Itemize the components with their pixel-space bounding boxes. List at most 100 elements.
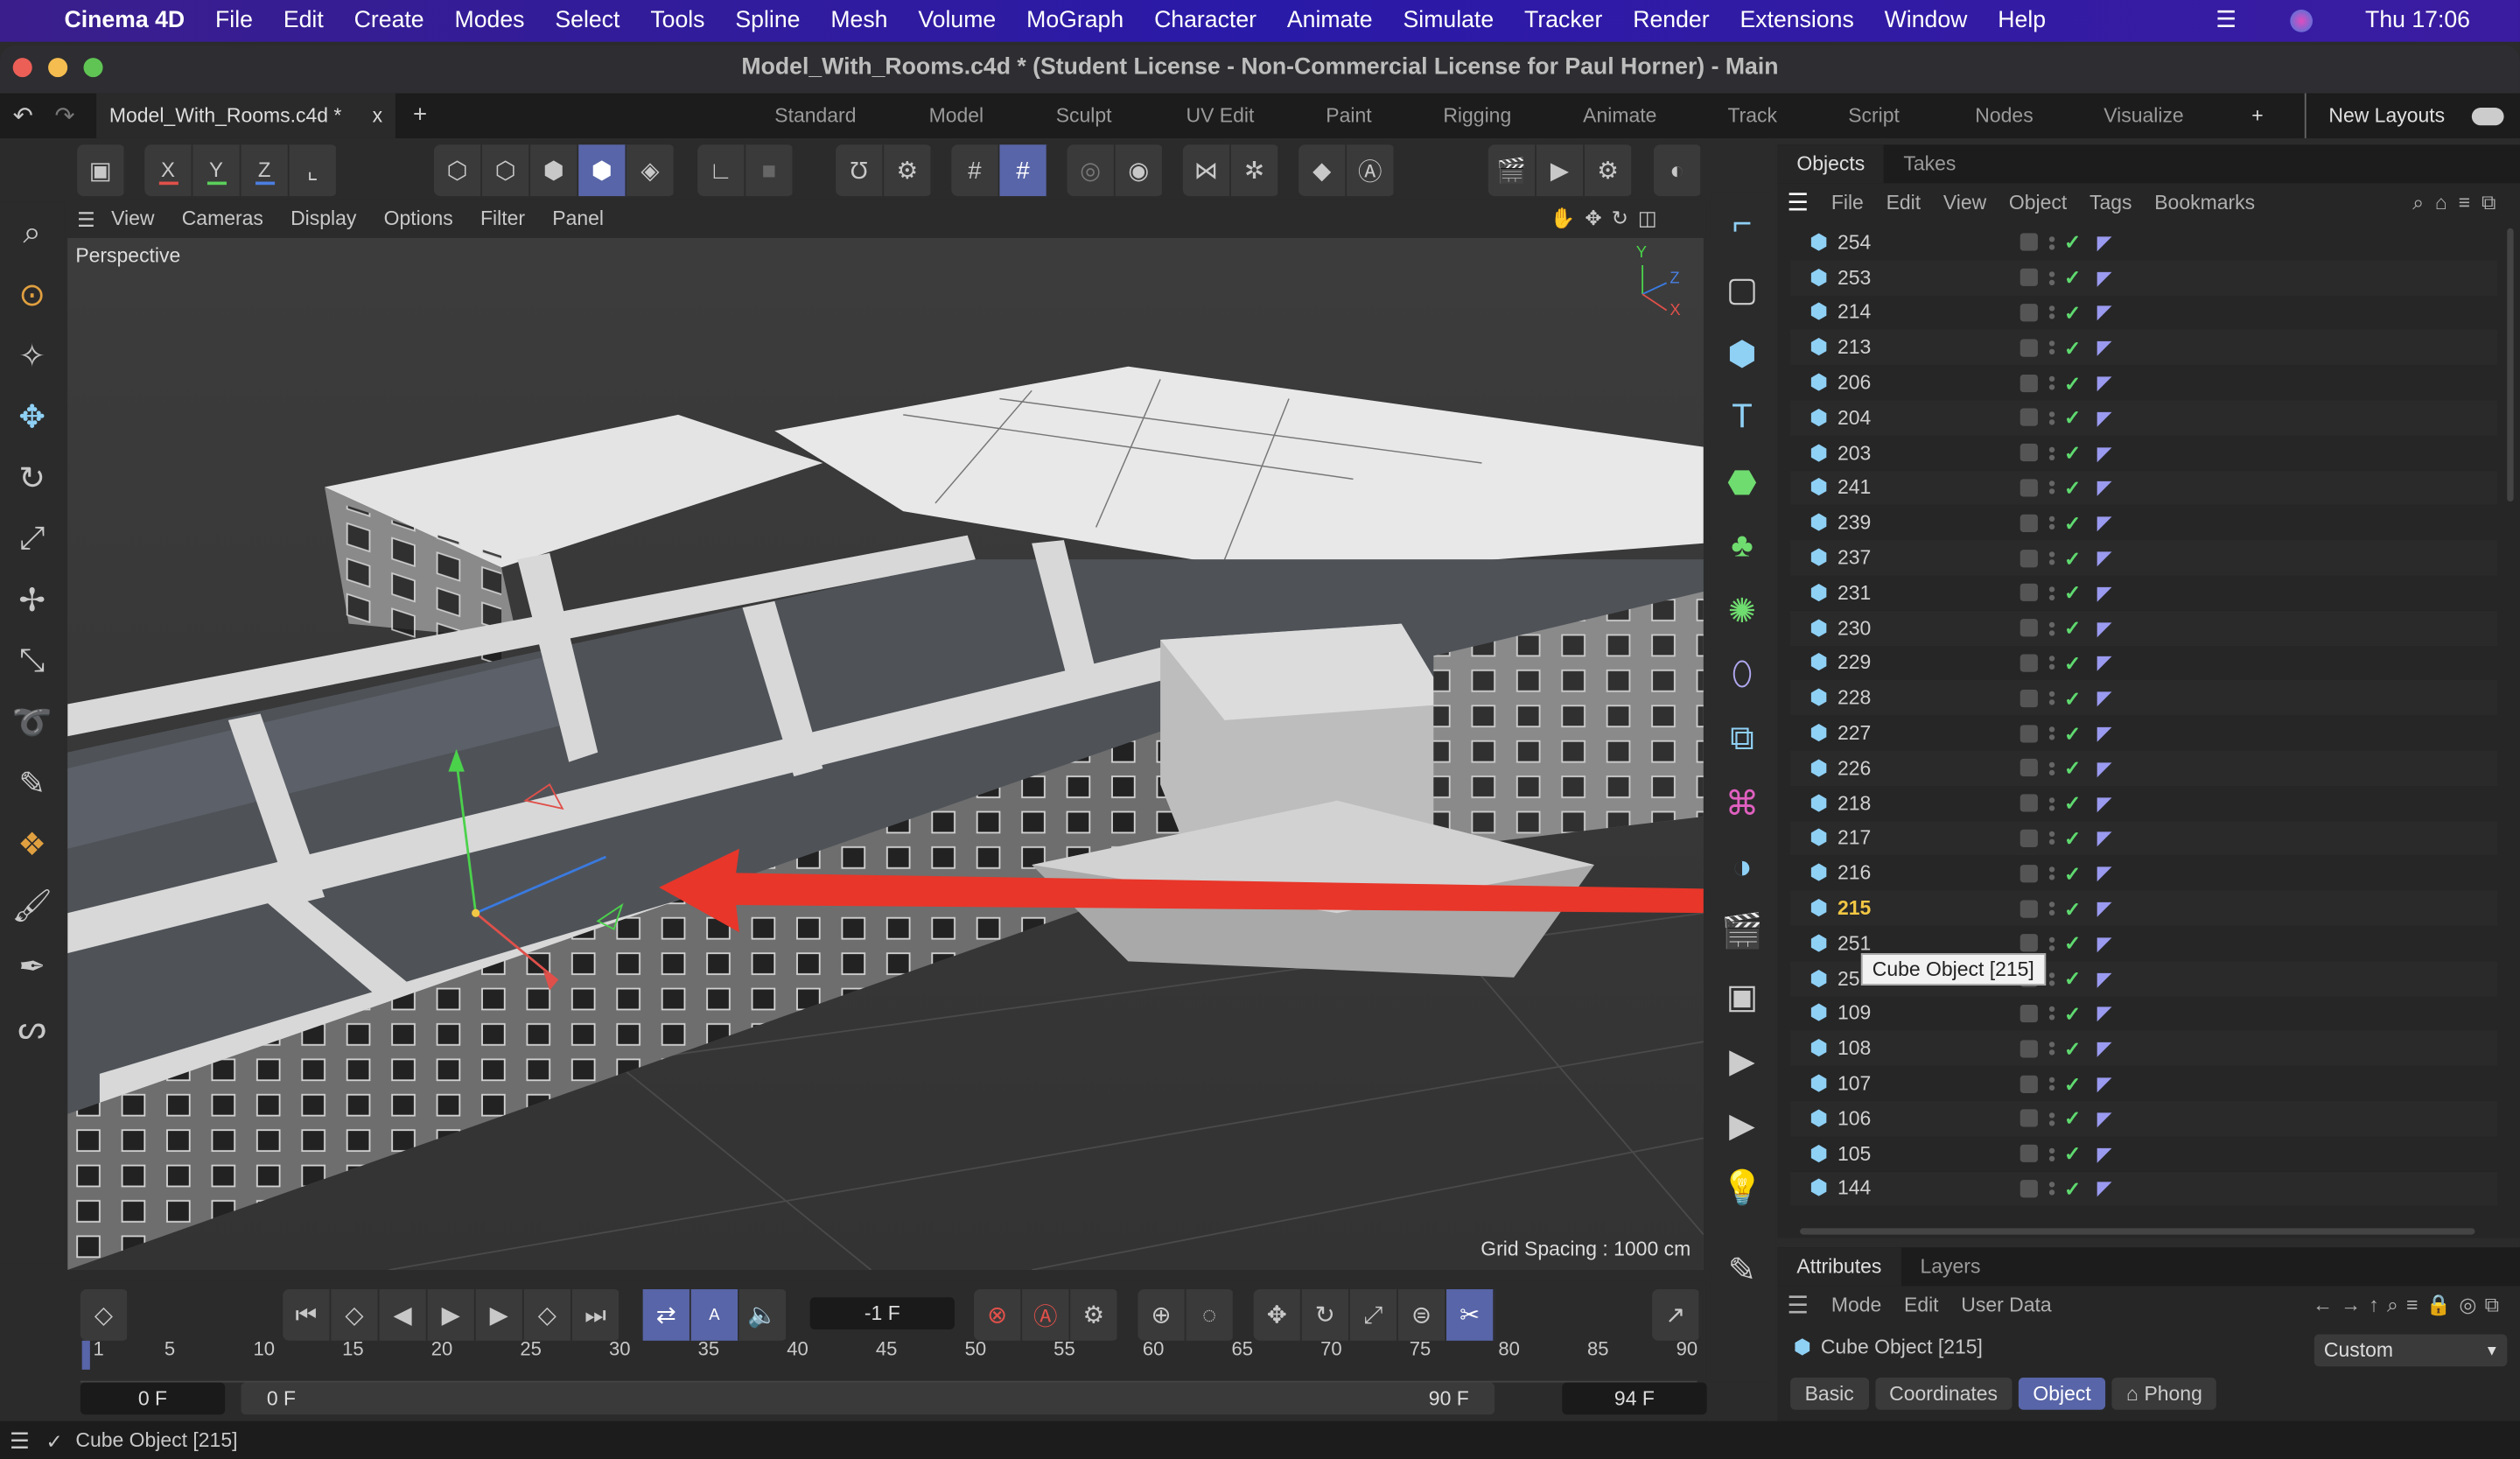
- edit-visibility-icon[interactable]: [2020, 934, 2039, 953]
- visibility-dots-icon[interactable]: ● ●: [2048, 688, 2058, 709]
- visibility-dots-icon[interactable]: ● ●: [2048, 1143, 2058, 1164]
- polygons-mode-icon[interactable]: ⬢: [530, 144, 579, 197]
- visibility-dots-icon[interactable]: ● ●: [2048, 653, 2058, 674]
- enabled-check-icon[interactable]: ✓: [2064, 1141, 2081, 1166]
- objects-hscrollbar[interactable]: [1800, 1228, 2475, 1235]
- enabled-check-icon[interactable]: ✓: [2064, 1001, 2081, 1026]
- edit-visibility-icon[interactable]: [2020, 339, 2039, 357]
- text-icon[interactable]: T: [1710, 386, 1774, 450]
- object-row[interactable]: ⬢ 217 ● ● ✓ ◤: [1790, 820, 2498, 856]
- menu-tracker[interactable]: Tracker: [1524, 8, 1602, 33]
- visibility-dots-icon[interactable]: ● ●: [2048, 793, 2058, 814]
- stage-icon[interactable]: ▣: [1710, 964, 1774, 1028]
- edit-visibility-icon[interactable]: [2020, 479, 2039, 497]
- workplane-icon[interactable]: ∟: [697, 144, 746, 197]
- edit-visibility-icon[interactable]: [2020, 1145, 2039, 1163]
- object-name[interactable]: 239: [1838, 512, 1972, 535]
- enabled-check-icon[interactable]: ✓: [2064, 896, 2081, 921]
- keyframe-icon[interactable]: ◇: [80, 1289, 129, 1341]
- object-row[interactable]: ⬢ 144 ● ● ✓ ◤: [1790, 1171, 2498, 1207]
- layout-animate[interactable]: Animate: [1583, 94, 1656, 138]
- render-picture-icon[interactable]: ▶: [1536, 144, 1585, 197]
- menu-render[interactable]: Render: [1633, 8, 1709, 33]
- menu-animate[interactable]: Animate: [1287, 8, 1373, 33]
- phong-tag-icon[interactable]: ◤: [2097, 1107, 2112, 1130]
- layout-script[interactable]: Script: [1848, 94, 1900, 138]
- object-name[interactable]: 237: [1838, 547, 1972, 570]
- edit-visibility-icon[interactable]: [2020, 1004, 2039, 1023]
- object-row[interactable]: ⬢ 239 ● ● ✓ ◤: [1790, 505, 2498, 541]
- menu-create[interactable]: Create: [354, 8, 424, 33]
- enabled-check-icon[interactable]: ✓: [2064, 371, 2081, 395]
- coordinate-system-icon[interactable]: ⌞: [290, 144, 338, 197]
- move-icon[interactable]: ✥: [0, 386, 64, 447]
- attributes-menu-icon[interactable]: ☰: [1787, 1291, 1809, 1320]
- menu-mograph[interactable]: MoGraph: [1026, 8, 1124, 33]
- tab-objects[interactable]: Objects: [1777, 144, 1885, 184]
- viewport-menu-display[interactable]: Display: [290, 207, 356, 230]
- tab-takes[interactable]: Takes: [1884, 144, 1975, 183]
- edit-visibility-icon[interactable]: [2020, 1110, 2039, 1128]
- object-name[interactable]: 226: [1838, 757, 1972, 780]
- menu-modes[interactable]: Modes: [455, 8, 525, 33]
- visibility-dots-icon[interactable]: ● ●: [2048, 477, 2058, 498]
- object-name[interactable]: 213: [1838, 336, 1972, 359]
- rotate-icon[interactable]: ↻: [0, 447, 64, 509]
- edit-visibility-icon[interactable]: [2020, 584, 2039, 602]
- object-row[interactable]: ⬢ 228 ● ● ✓ ◤: [1790, 680, 2498, 716]
- edit-visibility-icon[interactable]: [2020, 724, 2039, 742]
- object-row[interactable]: ⬢ 109 ● ● ✓ ◤: [1790, 996, 2498, 1032]
- edit-visibility-icon[interactable]: [2020, 514, 2039, 532]
- phong-tag-icon[interactable]: ◤: [2097, 582, 2112, 605]
- layout-rigging[interactable]: Rigging: [1443, 94, 1511, 138]
- layout-uv-edit[interactable]: UV Edit: [1186, 94, 1254, 138]
- lock-x-button[interactable]: X: [144, 144, 193, 197]
- cloner-icon[interactable]: ♣: [1710, 515, 1774, 579]
- objects-menu-file[interactable]: File: [1831, 192, 1864, 214]
- object-row[interactable]: ⬢ 229 ● ● ✓ ◤: [1790, 645, 2498, 681]
- hide-icon[interactable]: ◆: [1298, 144, 1348, 197]
- app-menu[interactable]: Cinema 4D: [64, 8, 185, 33]
- menu-tools[interactable]: Tools: [650, 8, 704, 33]
- object-row[interactable]: ⬢ 105 ● ● ✓ ◤: [1790, 1136, 2498, 1172]
- enabled-check-icon[interactable]: ✓: [2064, 511, 2081, 536]
- phong-tag-icon[interactable]: ◤: [2097, 862, 2112, 885]
- loop-button[interactable]: ⇄: [642, 1289, 691, 1341]
- object-row[interactable]: ⬢ 106 ● ● ✓ ◤: [1790, 1101, 2498, 1137]
- visibility-dots-icon[interactable]: ● ●: [2048, 723, 2058, 744]
- edit-visibility-icon[interactable]: [2020, 409, 2039, 427]
- go-to-start-button[interactable]: ⏮: [283, 1289, 332, 1341]
- preset-dropdown[interactable]: Custom ▼: [2314, 1334, 2508, 1367]
- snap-settings-icon[interactable]: ⚙: [884, 144, 933, 197]
- menu-file[interactable]: File: [215, 8, 253, 33]
- next-frame-button[interactable]: ▶: [476, 1289, 524, 1341]
- brush-icon[interactable]: 🖌: [0, 874, 64, 936]
- light-bulb-icon[interactable]: 💡: [1710, 1157, 1774, 1221]
- menu-select[interactable]: Select: [555, 8, 620, 33]
- rotation-key-icon[interactable]: ◌: [1186, 1289, 1235, 1341]
- frame-ruler[interactable]: 1 5 10 15 20 25 30 35 40 45 50 55 60 65 70 75 80 85 90: [80, 1337, 1698, 1383]
- subtab-phong[interactable]: ⌂ Phong: [2111, 1378, 2217, 1410]
- cube-icon[interactable]: ⬢: [1710, 321, 1774, 385]
- sound-icon[interactable]: 🔈: [739, 1289, 788, 1341]
- enabled-check-icon[interactable]: ✓: [2064, 756, 2081, 781]
- knife-icon[interactable]: ✎: [0, 753, 64, 814]
- edit-visibility-icon[interactable]: [2020, 759, 2039, 777]
- prev-frame-button[interactable]: ◀: [379, 1289, 428, 1341]
- visibility-dots-icon[interactable]: ● ●: [2048, 863, 2058, 884]
- enabled-check-icon[interactable]: ✓: [2064, 406, 2081, 430]
- enabled-check-icon[interactable]: ✓: [2064, 721, 2081, 746]
- scale-icon[interactable]: ⤢: [0, 508, 64, 569]
- object-name[interactable]: 227: [1838, 722, 1972, 745]
- siri-icon[interactable]: [2289, 10, 2313, 32]
- object-row[interactable]: ⬢ 226 ● ● ✓ ◤: [1790, 750, 2498, 786]
- objects-scrollbar[interactable]: [2507, 228, 2514, 502]
- move-key-icon[interactable]: ✥: [1254, 1289, 1302, 1341]
- phong-tag-icon[interactable]: ◤: [2097, 687, 2112, 710]
- render-view-icon[interactable]: ◎: [1068, 144, 1116, 197]
- minimize-window-button[interactable]: [48, 58, 68, 78]
- object-name[interactable]: 229: [1838, 652, 1972, 675]
- attributes-menu-edit[interactable]: Edit: [1904, 1294, 1939, 1317]
- phong-tag-icon[interactable]: ◤: [2097, 1142, 2112, 1165]
- timeline-graph-icon[interactable]: ↗: [1652, 1289, 1701, 1341]
